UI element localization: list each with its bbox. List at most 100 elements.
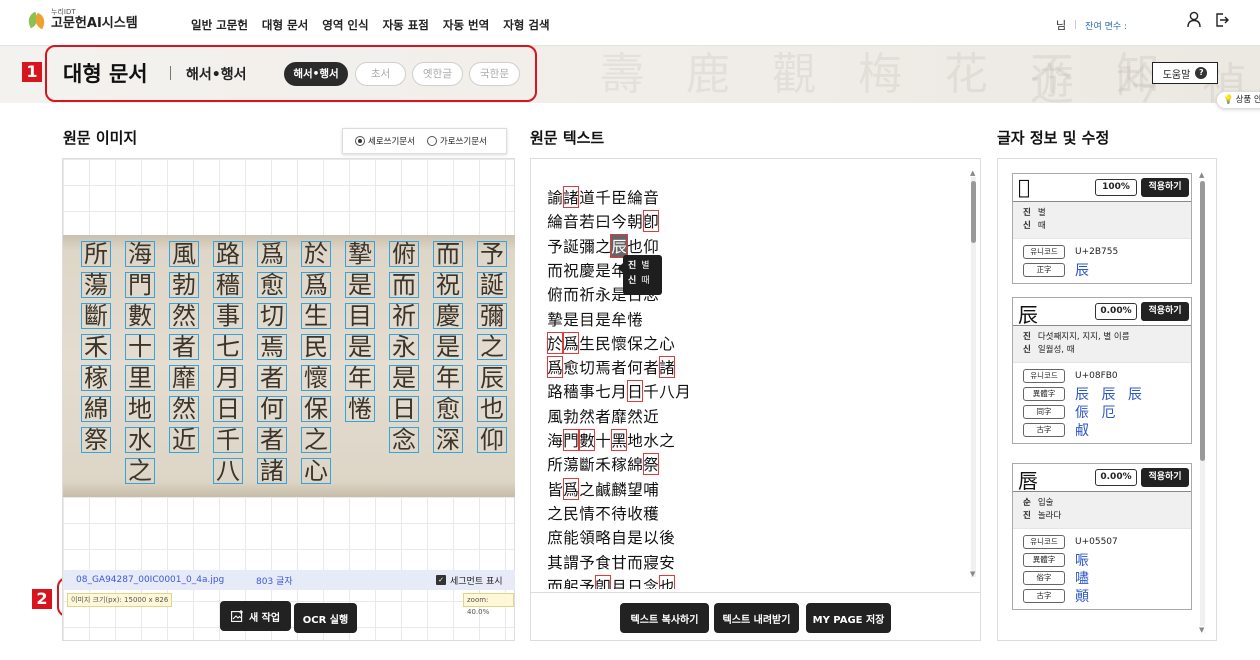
product-info-tab[interactable]: 💡상품 안내 xyxy=(1216,91,1260,109)
text-char[interactable]: 祭 xyxy=(643,453,659,476)
text-char[interactable]: 領 xyxy=(579,526,595,548)
text-char[interactable]: 哺 xyxy=(643,478,659,500)
text-char[interactable]: 穫 xyxy=(643,502,659,524)
text-line[interactable]: 摯是目是牟惓 xyxy=(547,308,643,330)
text-char[interactable]: 之 xyxy=(547,502,563,524)
text-char[interactable]: 月 xyxy=(611,380,627,402)
radio-vertical[interactable] xyxy=(355,136,365,146)
text-char[interactable]: 數 xyxy=(579,429,595,451)
file-name[interactable]: 08_GA94287_00IC0001_0_4a.jpg xyxy=(76,575,224,585)
char-candidate-card[interactable]: 𫝕 100% 적용하기 진 별 신 때 유니코드 U+2B755 正字辰 xyxy=(1012,173,1192,284)
text-char[interactable]: 而 xyxy=(627,551,643,573)
copy-text-button[interactable]: 텍스트 복사하기 xyxy=(620,603,709,633)
text-char[interactable]: 寢 xyxy=(643,551,659,573)
text-char[interactable]: 其 xyxy=(547,551,563,573)
text-char[interactable]: 之 xyxy=(579,478,595,500)
download-text-button[interactable]: 텍스트 내려받기 xyxy=(714,603,799,633)
text-char[interactable]: 者 xyxy=(611,356,627,378)
text-char[interactable]: 靡 xyxy=(611,405,627,427)
text-char[interactable]: 以 xyxy=(643,526,659,548)
text-char[interactable]: 祈 xyxy=(579,283,595,305)
text-char[interactable]: 謂 xyxy=(563,551,579,573)
text-char[interactable]: 辰 xyxy=(610,233,628,258)
text-char[interactable]: 而 xyxy=(563,283,579,305)
text-char[interactable]: 曰 xyxy=(595,210,611,232)
text-char[interactable]: 切 xyxy=(579,356,595,378)
text-char[interactable]: 音 xyxy=(563,210,579,232)
text-char[interactable]: 道 xyxy=(579,186,595,208)
info-scrollbar-thumb[interactable] xyxy=(1200,181,1205,461)
radio-horizontal-label[interactable]: 가로쓰기문서 xyxy=(440,135,487,147)
text-char[interactable]: 諭 xyxy=(547,186,563,208)
text-char[interactable]: 千 xyxy=(595,186,611,208)
text-char[interactable]: 之 xyxy=(643,332,659,354)
text-line[interactable]: 諭諸道千臣綸音 xyxy=(547,186,659,208)
text-char[interactable]: 予 xyxy=(579,575,595,589)
text-line[interactable]: 而躬予卽月日念也 xyxy=(547,574,675,589)
text-char[interactable]: 然 xyxy=(627,405,643,427)
text-char[interactable]: 食 xyxy=(595,551,611,573)
text-char[interactable]: 是 xyxy=(563,308,579,330)
text-line[interactable]: 所蕩斷禾稼綿祭 xyxy=(547,453,659,476)
menu-item-glyph-search[interactable]: 자형 검색 xyxy=(503,17,549,33)
text-char[interactable]: 慶 xyxy=(579,259,595,281)
text-char[interactable]: 音 xyxy=(643,186,659,208)
text-char[interactable]: 仰 xyxy=(643,235,659,257)
ocr-text-area[interactable]: 諭諸道千臣綸音綸音若曰今朝卽予誕彌之辰也仰而祝慶是年愈深俯而祈永是日念摯是目是牟… xyxy=(531,159,967,589)
text-char[interactable]: 日 xyxy=(627,380,643,403)
text-char[interactable]: 於 xyxy=(547,331,563,354)
document-scan-image[interactable]: 予誕彌之辰也仰而祝慶是年愈深俯而祈永是日念摯是目是年惓於爲生民懷保之心爲愈切焉者… xyxy=(63,235,515,497)
text-char[interactable]: 地 xyxy=(627,429,643,451)
menu-item-region[interactable]: 영역 인식 xyxy=(322,17,368,33)
text-char[interactable]: 諸 xyxy=(563,186,579,208)
text-char[interactable]: 月 xyxy=(675,380,691,402)
text-char[interactable]: 禾 xyxy=(595,453,611,475)
char-candidate-card[interactable]: 辰 0.00% 적용하기 진 다섯째지지, 지지, 별 이름 신 일월성, 때 유니코드 U+0… xyxy=(1012,297,1192,444)
text-char[interactable]: 水 xyxy=(643,429,659,451)
text-char[interactable]: 是 xyxy=(595,308,611,330)
info-scroll-down-icon[interactable]: ▼ xyxy=(1199,626,1204,634)
text-char[interactable]: 綸 xyxy=(547,210,563,232)
text-char[interactable]: 摯 xyxy=(547,308,563,330)
text-char[interactable]: 生 xyxy=(579,332,595,354)
text-char[interactable]: 情 xyxy=(579,502,595,524)
text-char[interactable]: 事 xyxy=(579,380,595,402)
text-line[interactable]: 綸音若曰今朝卽 xyxy=(547,210,659,233)
text-char[interactable]: 而 xyxy=(547,259,563,281)
text-char[interactable]: 諸 xyxy=(659,356,675,379)
text-char[interactable]: 鹹 xyxy=(595,478,611,500)
text-char[interactable]: 海 xyxy=(547,429,563,451)
text-char[interactable]: 爲 xyxy=(563,331,579,354)
text-char[interactable]: 千 xyxy=(643,380,659,402)
text-char[interactable]: 愈 xyxy=(563,356,579,378)
text-line[interactable]: 爲愈切焉者何者諸 xyxy=(547,356,675,379)
text-char[interactable]: 朝 xyxy=(627,210,643,232)
text-char[interactable]: 不 xyxy=(595,502,611,524)
apply-button[interactable]: 적용하기 xyxy=(1141,178,1189,197)
text-char[interactable]: 牟 xyxy=(611,308,627,330)
text-char[interactable]: 俯 xyxy=(547,283,563,305)
text-char[interactable]: 庶 xyxy=(547,526,563,548)
text-char[interactable]: 勃 xyxy=(563,405,579,427)
text-char[interactable]: 綸 xyxy=(627,186,643,208)
menu-item-large-doc[interactable]: 대형 문서 xyxy=(262,17,308,33)
apply-button[interactable]: 적용하기 xyxy=(1141,468,1189,487)
text-char[interactable]: 彌 xyxy=(579,235,595,257)
text-char[interactable]: 永 xyxy=(595,283,611,305)
text-char[interactable]: 予 xyxy=(547,235,563,257)
variant-chars[interactable]: 辰 xyxy=(1075,260,1093,280)
text-char[interactable]: 略 xyxy=(595,526,611,548)
image-viewer[interactable]: 予誕彌之辰也仰而祝慶是年愈深俯而祈永是日念摯是目是年惓於爲生民懷保之心爲愈切焉者… xyxy=(62,158,515,641)
logout-icon[interactable] xyxy=(1214,12,1230,28)
text-char[interactable]: 八 xyxy=(659,380,675,402)
text-char[interactable]: 躬 xyxy=(563,575,579,589)
text-char[interactable]: 近 xyxy=(643,405,659,427)
save-mypage-button[interactable]: MY PAGE 저장 xyxy=(806,603,891,633)
text-char[interactable]: 甘 xyxy=(611,551,627,573)
scroll-down-icon[interactable]: ▼ xyxy=(970,570,975,578)
text-line[interactable]: 之民情不待收穫 xyxy=(547,502,659,524)
text-char[interactable]: 者 xyxy=(643,356,659,378)
text-char[interactable]: 之 xyxy=(595,235,611,257)
text-char[interactable]: 者 xyxy=(595,405,611,427)
text-char[interactable]: 念 xyxy=(643,575,659,589)
